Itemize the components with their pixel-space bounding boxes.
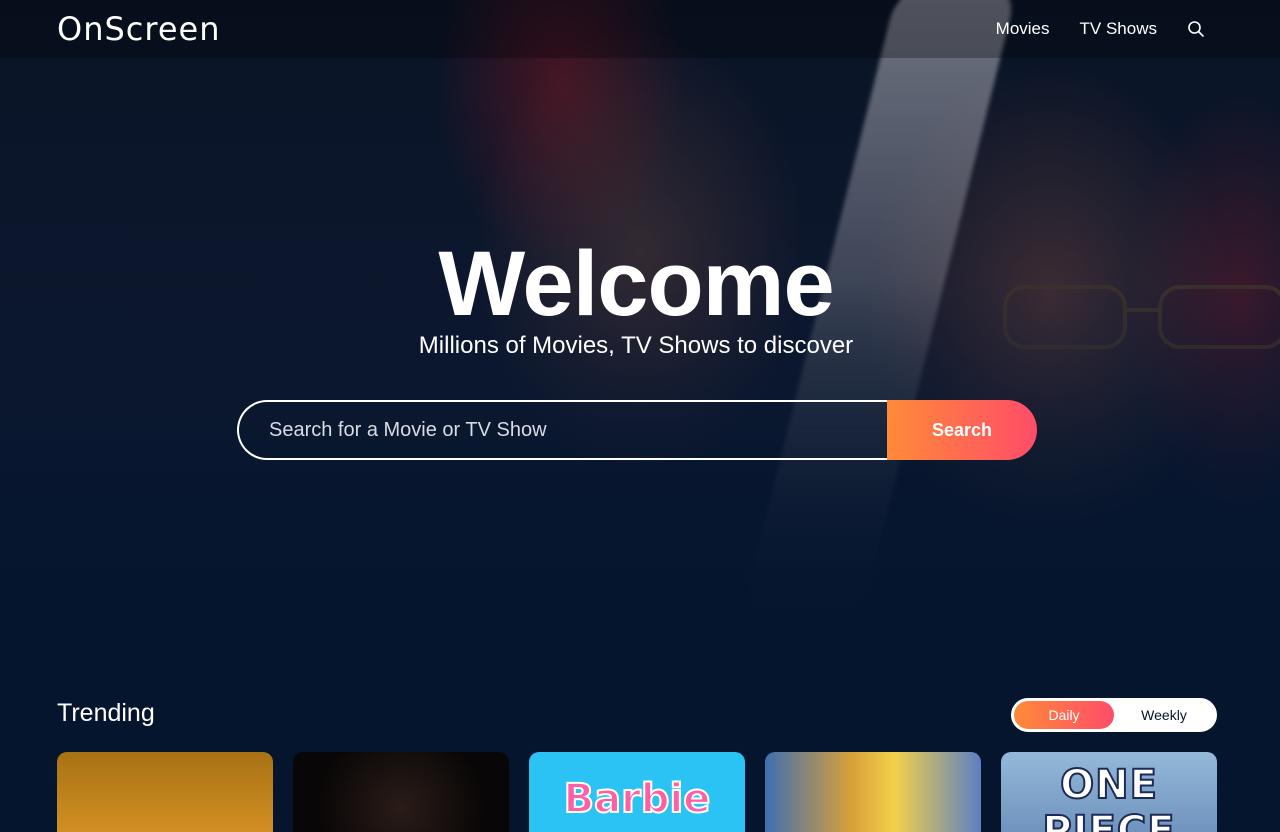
trending-card[interactable] — [293, 752, 509, 832]
trending-card[interactable]: Barbie — [529, 752, 745, 832]
nav-link-movies[interactable]: Movies — [996, 19, 1050, 39]
trending-card[interactable]: ONE PIECE — [1001, 752, 1217, 832]
nav-link-tv-shows[interactable]: TV Shows — [1080, 19, 1157, 39]
hero-subtitle: Millions of Movies, TV Shows to discover — [418, 332, 854, 359]
trending-section-title: Trending — [57, 699, 155, 727]
toggle-option-daily[interactable]: Daily — [1014, 701, 1114, 729]
trending-time-toggle: Daily Weekly — [1011, 698, 1217, 732]
card-poster-text: ONE PIECE — [1041, 761, 1176, 832]
top-navbar: OnScreen Movies TV Shows — [0, 0, 1280, 58]
card-poster-text: Barbie — [563, 775, 712, 823]
site-logo[interactable]: OnScreen — [57, 10, 220, 48]
trending-card[interactable] — [765, 752, 981, 832]
search-button[interactable]: Search — [887, 400, 1037, 460]
search-input[interactable] — [237, 400, 887, 460]
main-nav: Movies TV Shows — [996, 19, 1223, 39]
hero-search-bar: Search — [237, 400, 1037, 460]
trending-card[interactable] — [57, 752, 273, 832]
hero-title: Welcome — [438, 233, 834, 335]
search-icon[interactable] — [1187, 20, 1205, 38]
trending-carousel: Barbie ONE PIECE — [57, 752, 1217, 832]
toggle-option-weekly[interactable]: Weekly — [1114, 701, 1214, 729]
